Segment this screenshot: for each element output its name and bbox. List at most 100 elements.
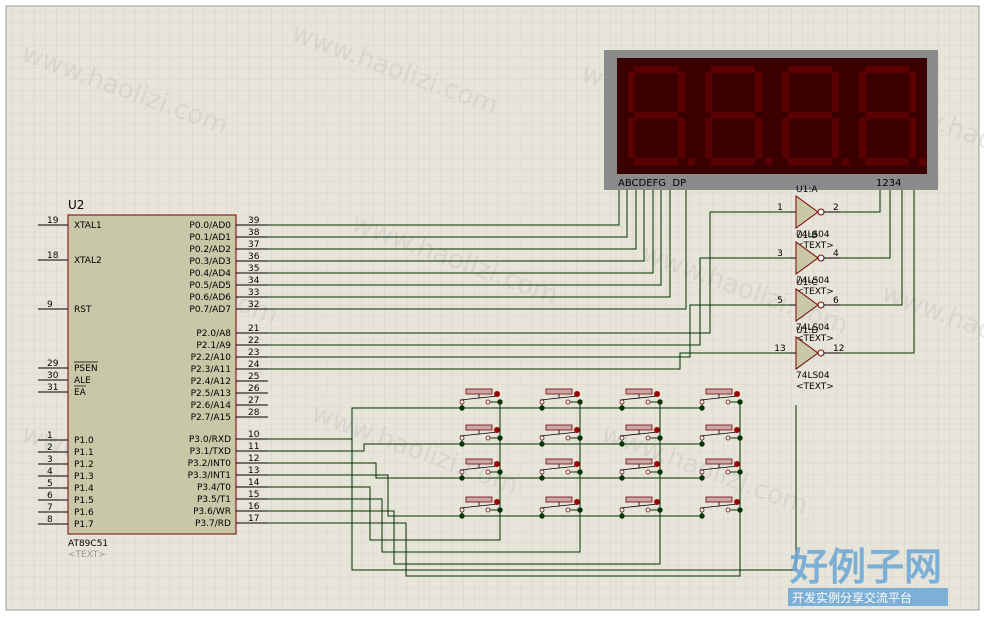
button-cap[interactable] [625,496,653,503]
mcu-pin-number: 24 [248,360,260,370]
mcu-pin-number: 7 [47,503,53,513]
mcu-pin-number: 28 [248,408,260,418]
mcu-pin-name: P3.2/INT0 [188,459,232,469]
inverter-text-placeholder: <TEXT> [796,382,834,392]
logo-title: 好例子网 [789,545,942,589]
segment [909,118,916,158]
button-indicator [734,427,740,433]
button-cap[interactable] [545,458,573,465]
button-cap[interactable] [545,388,573,395]
mcu-pin-name: XTAL2 [74,256,102,266]
button-terminal [619,435,625,441]
mcu-pin-name: P0.5/AD5 [189,281,231,291]
junction [619,513,625,519]
mcu-pin-number: 38 [248,228,260,238]
logo-subtitle: 开发实例分享交流平台 [792,590,912,605]
button-cap[interactable] [705,388,733,395]
inverter-out-pin: 4 [833,249,839,259]
button-terminal [539,469,545,475]
junction [539,475,545,481]
button-cap[interactable] [545,424,573,431]
segment [705,72,712,112]
mcu-pin-name: P0.6/AD6 [189,293,231,303]
button-cap[interactable] [625,458,653,465]
button-cap[interactable] [705,496,733,503]
segment [865,158,909,165]
button-terminal [459,507,465,513]
mcu-pin-name: P2.2/A10 [191,353,232,363]
mcu-pin-number: 36 [248,252,260,262]
mcu-pin-name: P3.3/INT1 [188,471,231,481]
button-cap[interactable] [465,424,493,431]
segment [788,158,832,165]
junction [657,399,663,405]
mcu-pin-name: P3.4/T0 [197,483,231,493]
segment [634,158,678,165]
mcu-pin-name: P1.3 [74,472,94,482]
button-cap[interactable] [705,458,733,465]
mcu-pin-number: 35 [248,264,259,274]
mcu-pin-number: 34 [248,276,260,286]
segment [832,72,839,112]
mcu-pin-name: P0.1/AD1 [189,233,231,243]
mcu-pin-number: 12 [248,454,259,464]
junction [577,469,583,475]
segment [711,66,755,73]
mcu-pin-number: 6 [47,491,53,501]
button-indicator [654,427,660,433]
junction [539,441,545,447]
junction [657,435,663,441]
segment [859,118,866,158]
button-cap[interactable] [625,424,653,431]
button-cap[interactable] [465,496,493,503]
junction [699,475,705,481]
inverter-ref: U1:C [796,278,818,288]
button-terminal [725,507,731,513]
button-indicator [574,499,580,505]
mcu-pin-name: P2.3/A11 [191,365,231,375]
button-cap[interactable] [465,458,493,465]
junction [699,513,705,519]
button-indicator [494,461,500,467]
segment [711,112,755,119]
button-cap[interactable] [705,424,733,431]
segment [634,66,678,73]
mcu-pin-name: P1.6 [74,508,94,518]
segment [628,118,635,158]
button-terminal [725,469,731,475]
button-cap[interactable] [625,388,653,395]
inverter-ref: U1:A [796,185,818,195]
segment [711,158,755,165]
segment [865,112,909,119]
mcu-pin-name: P1.5 [74,496,94,506]
mcu-pin-number: 31 [47,383,58,393]
button-terminal [725,399,731,405]
mcu-pin-name: P2.7/A15 [191,413,231,423]
mcu-pin-name: P3.6/WR [193,507,231,517]
mcu-pin-number: 26 [248,384,260,394]
mcu-pin-name: PSEN [74,364,98,374]
mcu-pin-name: P2.0/A8 [196,329,231,339]
button-cap[interactable] [545,496,573,503]
segment [788,112,832,119]
junction [497,435,503,441]
segment [678,72,685,112]
mcu-pin-name: XTAL1 [74,221,102,231]
button-indicator [494,499,500,505]
junction [539,405,545,411]
mcu-text-placeholder: <TEXT> [68,550,106,560]
seven-segment-display[interactable]: ABCDEFG DP 1234 [604,50,938,190]
schematic-canvas[interactable]: www.haolizi.com www.haolizi.comwww.haoliz… [0,0,984,618]
inverter-bubble [817,301,825,309]
decimal-point [842,158,849,165]
junction [497,507,503,513]
segment [832,118,839,158]
mcu-pin-number: 19 [47,216,59,226]
junction [657,469,663,475]
decimal-point [688,158,695,165]
junction [737,507,743,513]
junction [459,405,465,411]
junction [577,507,583,513]
button-cap[interactable] [465,388,493,395]
button-terminal [459,435,465,441]
